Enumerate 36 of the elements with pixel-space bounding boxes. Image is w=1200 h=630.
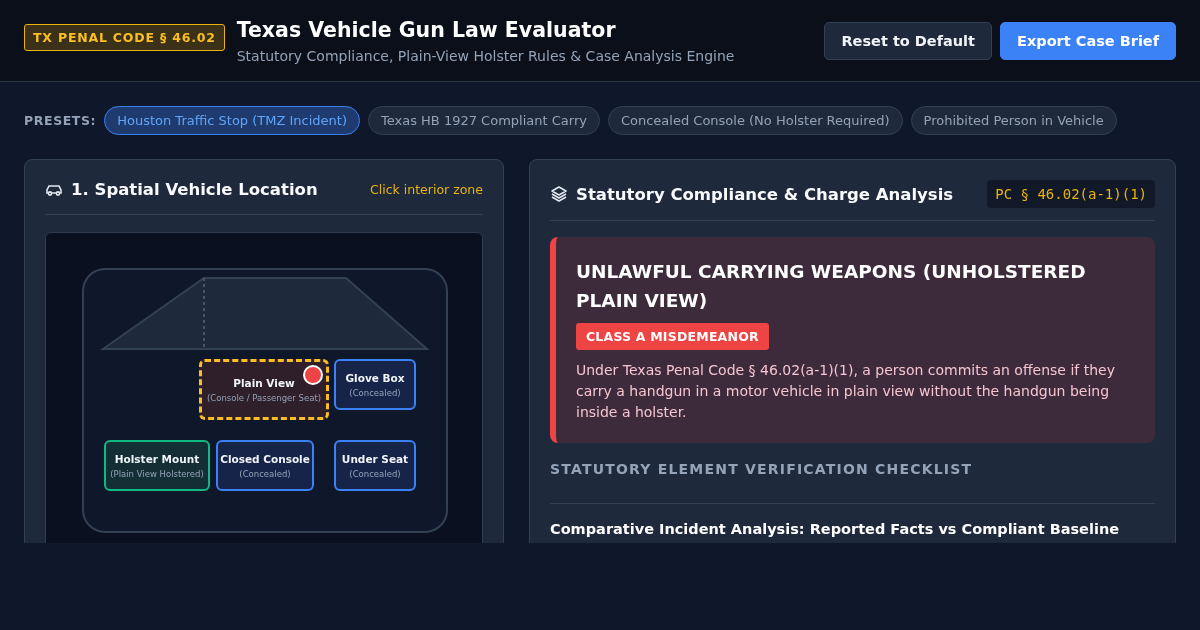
preset-chip[interactable]: Texas HB 1927 Compliant Carry (368, 106, 600, 135)
zone-label: Glove Box (345, 371, 405, 384)
export-button[interactable]: Export Case Brief (1000, 21, 1176, 60)
app-subtitle: Statutory Compliance, Plain-View Holster Rules & Case Analysis Engine (236, 47, 735, 64)
zone-label: Holster Mount (114, 452, 200, 465)
panel-title: 1. Spatial Vehicle Location (71, 180, 318, 199)
zone-label: Plain View (233, 376, 295, 389)
interior-zone[interactable]: Holster Mount (Plain View Holstered) (104, 440, 210, 491)
presets-label: PRESETS: (24, 113, 97, 128)
zone-note: (Concealed) (349, 468, 401, 479)
charge-badge: CLASS A MISDEMEANOR (576, 323, 769, 350)
interior-zone[interactable]: Under Seat (Concealed) (334, 440, 416, 491)
zone-note: (Plain View Holstered) (110, 468, 204, 479)
statute-code: PC § 46.02(a-1)(1) (987, 180, 1155, 208)
reset-button[interactable]: Reset to Default (824, 21, 992, 60)
preset-chip[interactable]: Concealed Console (No Holster Required) (607, 106, 903, 135)
section-heading: STATUTORY ELEMENT VERIFICATION CHECKLIST (550, 461, 1155, 504)
zone-note: (Concealed) (239, 468, 291, 479)
preset-chip[interactable]: Houston Traffic Stop (TMZ Incident) (104, 106, 360, 135)
app-title: Texas Vehicle Gun Law Evaluator (236, 17, 617, 42)
zone-note: (Concealed) (349, 387, 401, 398)
verdict-title: UNLAWFUL CARRYING WEAPONS (UNHOLSTERED PLAIN VIEW) (576, 260, 1087, 313)
section-heading: Comparative Incident Analysis: Reported Facts vs Compliant Baseline (550, 521, 1121, 537)
interior-zone[interactable]: Glove Box (Concealed) (334, 359, 416, 410)
car-icon (45, 182, 63, 197)
zone-label: Under Seat (341, 452, 409, 465)
panel-title: Statutory Compliance & Charge Analysis (576, 184, 954, 204)
code-badge: TX PENAL CODE § 46.02 (24, 24, 225, 51)
verdict-text: Under Texas Penal Code § 46.02(a-1)(1), a person commits an offense if they carry a handgun in a motor vehicle in plain view without the handgun being inside a holster. (576, 361, 1116, 422)
panel-hint: Click interior zone (370, 182, 483, 197)
layers-icon (550, 185, 568, 203)
interior-zone[interactable]: Plain View (Console / Passenger Seat) (199, 359, 329, 420)
interior-zone[interactable]: Closed Console (Concealed) (216, 440, 314, 491)
zone-note: (Console / Passenger Seat) (206, 392, 322, 403)
preset-chip[interactable]: Prohibited Person in Vehicle (910, 106, 1117, 135)
zone-label: Closed Console (220, 452, 310, 465)
